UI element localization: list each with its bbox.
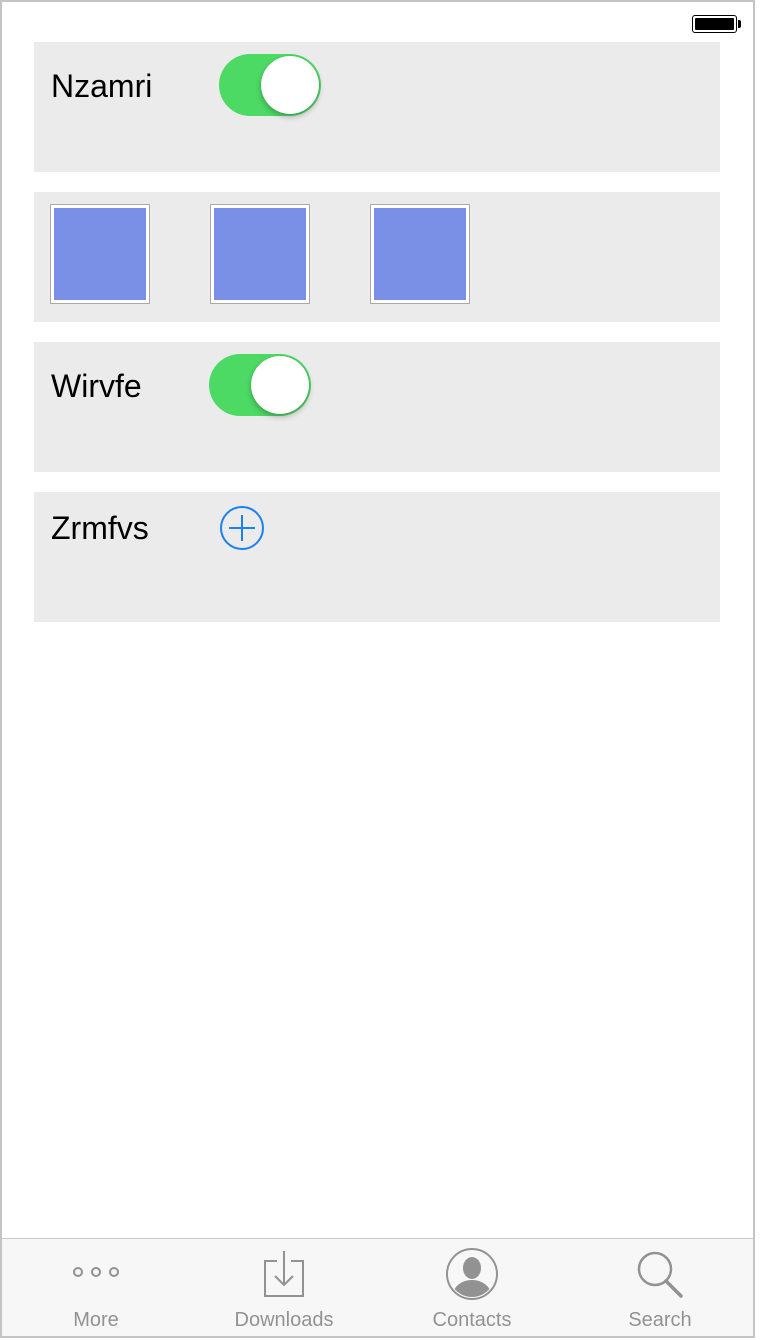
toggle-knob (261, 56, 319, 114)
wirvfe-label: Wirvfe (51, 368, 142, 404)
battery-icon (692, 15, 737, 33)
app-screen: Nzamri Wirvfe Zrmfvs More Downloads Cont… (0, 0, 755, 1338)
battery-level-fill (695, 18, 734, 30)
swatch-fill (374, 208, 466, 300)
contacts-icon (446, 1248, 498, 1300)
tab-bar: More Downloads Contacts Search (2, 1238, 753, 1336)
tab-contacts[interactable]: Contacts (378, 1239, 566, 1336)
downloads-icon (264, 1251, 304, 1297)
tab-more[interactable]: More (2, 1239, 190, 1336)
search-icon (637, 1251, 683, 1298)
tab-label: Downloads (234, 1309, 334, 1331)
color-swatch-1[interactable] (50, 204, 150, 304)
tab-label: Contacts (432, 1309, 512, 1331)
swatch-fill (54, 208, 146, 300)
zrmfvs-label: Zrmfvs (51, 510, 149, 546)
plus-circle-icon (220, 506, 264, 550)
tab-label: Search (628, 1309, 692, 1331)
more-icon (73, 1267, 119, 1277)
tab-search[interactable]: Search (566, 1239, 753, 1336)
color-swatch-3[interactable] (370, 204, 470, 304)
add-button[interactable] (219, 505, 265, 551)
wirvfe-toggle[interactable] (209, 354, 311, 416)
nzamri-toggle[interactable] (219, 54, 321, 116)
tab-label: More (73, 1309, 119, 1331)
battery-nub (738, 20, 741, 28)
nzamri-card: Nzamri (34, 42, 720, 172)
zrmfvs-card: Zrmfvs (34, 492, 720, 622)
wirvfe-card: Wirvfe (34, 342, 720, 472)
swatch-fill (214, 208, 306, 300)
color-swatch-2[interactable] (210, 204, 310, 304)
toggle-knob (251, 356, 309, 414)
tab-downloads[interactable]: Downloads (190, 1239, 378, 1336)
status-bar (2, 2, 753, 44)
swatch-card (34, 192, 720, 322)
nzamri-label: Nzamri (51, 68, 153, 104)
